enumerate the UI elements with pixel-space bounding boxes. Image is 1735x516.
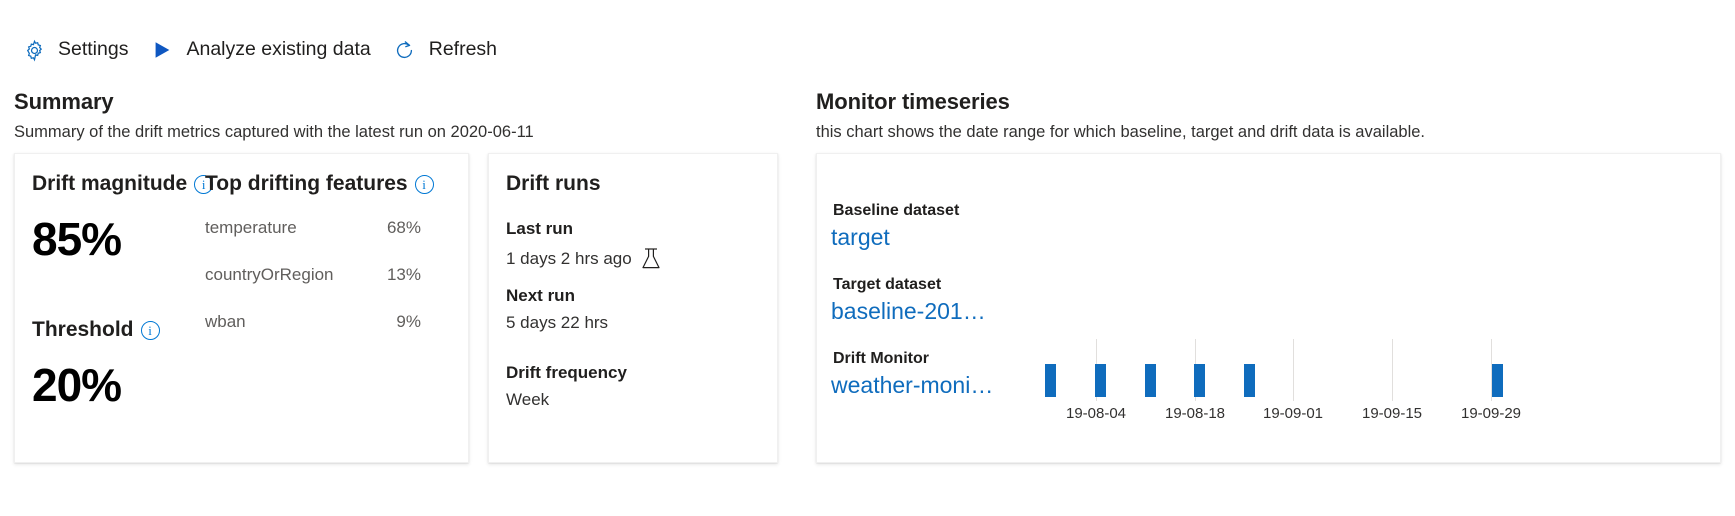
next-run-label: Next run: [506, 286, 575, 305]
command-bar: Settings Analyze existing data Refresh: [14, 28, 511, 72]
x-axis-tick: 19-08-18: [1164, 405, 1226, 422]
threshold-info-icon[interactable]: i: [140, 320, 160, 340]
settings-button[interactable]: Settings: [14, 32, 142, 68]
feature-value: 13%: [386, 265, 421, 284]
analyze-existing-data-label: Analyze existing data: [186, 38, 371, 61]
gridline: [1293, 339, 1294, 401]
drift-magnitude-value: 85%: [32, 213, 122, 265]
target-dataset-link[interactable]: baseline-201…: [831, 298, 986, 325]
last-run-value: 1 days 2 hrs ago: [506, 249, 632, 268]
list-item: wban 9%: [205, 312, 421, 332]
baseline-dataset-link[interactable]: target: [831, 224, 890, 251]
flask-icon[interactable]: [640, 246, 662, 272]
last-run-value-row: 1 days 2 hrs ago: [506, 246, 762, 272]
chart-bar[interactable]: [1194, 364, 1205, 397]
next-run-value: 5 days 22 hrs: [506, 313, 609, 332]
chart-bar[interactable]: [1045, 364, 1056, 397]
chart-bar[interactable]: [1492, 364, 1503, 397]
feature-name: countryOrRegion: [205, 265, 334, 284]
x-axis-tick: 19-08-04: [1065, 405, 1127, 422]
x-axis-tick: 19-09-01: [1262, 405, 1324, 422]
drift-runs-content: Drift runs Last run 1 days 2 hrs ago Nex…: [506, 172, 762, 410]
play-icon: [150, 38, 174, 62]
feature-value: 68%: [386, 218, 421, 237]
drift-runs-card: Drift runs Last run 1 days 2 hrs ago Nex…: [488, 153, 778, 463]
analyze-existing-data-button[interactable]: Analyze existing data: [142, 32, 384, 68]
refresh-icon: [393, 38, 417, 62]
top-drifting-features-heading: Top drifting features i: [205, 172, 434, 196]
feature-name: wban: [205, 312, 246, 331]
x-axis-tick: 19-09-15: [1361, 405, 1423, 422]
timeseries-chart[interactable]: 19-08-04 19-08-18 19-09-01 19-09-15 19-0…: [1017, 339, 1707, 422]
target-dataset-label: Target dataset: [833, 276, 942, 293]
drift-frequency-value: Week: [506, 390, 550, 409]
last-run-label: Last run: [506, 219, 574, 238]
feature-list: temperature 68% countryOrRegion 13% wban…: [205, 218, 434, 332]
top-drifting-features-label: Top drifting features: [205, 172, 408, 195]
monitor-timeseries-title: Monitor timeseries: [816, 89, 1010, 114]
threshold-block: Threshold i 20%: [32, 318, 160, 408]
top-drifting-features-block: Top drifting features i temperature 68% …: [205, 172, 434, 332]
feature-value: 9%: [396, 312, 421, 331]
drift-runs-title: Drift runs: [506, 172, 601, 195]
threshold-heading: Threshold i: [32, 318, 160, 342]
feature-name: temperature: [205, 218, 297, 237]
drift-magnitude-label: Drift magnitude: [32, 172, 188, 195]
chart-bar[interactable]: [1095, 364, 1106, 397]
list-item: temperature 68%: [205, 218, 421, 238]
threshold-value: 20%: [32, 359, 122, 411]
summary-subtitle: Summary of the drift metrics captured wi…: [14, 123, 534, 141]
top-drifting-features-info-icon[interactable]: i: [414, 174, 434, 194]
drift-frequency-label: Drift frequency: [506, 363, 627, 382]
chart-bar[interactable]: [1145, 364, 1156, 397]
drift-monitor-page: Settings Analyze existing data Refresh S…: [0, 0, 1735, 516]
monitor-timeseries-subtitle: this chart shows the date range for whic…: [816, 123, 1426, 141]
monitor-timeseries-card: Baseline dataset target Target dataset b…: [816, 153, 1721, 463]
refresh-label: Refresh: [428, 38, 498, 61]
settings-label: Settings: [58, 38, 129, 61]
drift-runs-heading: Drift runs: [506, 172, 762, 196]
drift-magnitude-heading: Drift magnitude i: [32, 172, 214, 196]
gridline: [1392, 339, 1393, 401]
x-axis-tick: 19-09-29: [1460, 405, 1522, 422]
refresh-button[interactable]: Refresh: [385, 32, 511, 68]
gear-icon: [22, 38, 46, 62]
threshold-label: Threshold: [32, 318, 134, 341]
drift-metrics-card: Drift magnitude i 85% Threshold i 20% To…: [14, 153, 469, 463]
drift-monitor-link[interactable]: weather-moni…: [831, 372, 993, 399]
drift-monitor-label: Drift Monitor: [833, 350, 929, 367]
chart-bar[interactable]: [1244, 364, 1255, 397]
baseline-dataset-label: Baseline dataset: [833, 202, 960, 219]
list-item: countryOrRegion 13%: [205, 265, 421, 285]
summary-title: Summary: [14, 89, 114, 114]
drift-magnitude-block: Drift magnitude i 85%: [32, 172, 214, 265]
